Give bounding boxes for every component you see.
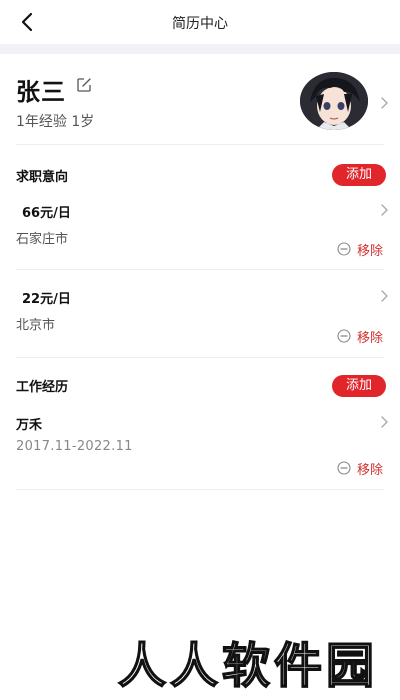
remove-label: 移除 [357, 243, 384, 259]
header-separator [0, 44, 400, 54]
divider [16, 269, 384, 270]
section-title-work-experience: 工作经历 [16, 380, 69, 395]
intent-city: 北京市 [16, 318, 56, 333]
edit-icon[interactable] [76, 77, 92, 93]
work-period: 2017.11-2022.11 [16, 439, 133, 454]
divider [16, 357, 384, 358]
minus-circle-icon [337, 461, 351, 475]
page-title: 简历中心 [172, 16, 228, 32]
remove-work-button[interactable]: 移除 [337, 459, 384, 478]
profile-meta: 1年经验 1岁 [16, 114, 95, 130]
remove-intent-button[interactable]: 移除 [337, 327, 384, 346]
intent-salary[interactable]: 66元/日 [22, 202, 71, 221]
header-bar: 简历中心 [0, 0, 400, 44]
intent-salary[interactable]: 22元/日 [22, 288, 71, 307]
chevron-right-icon[interactable] [378, 415, 390, 429]
divider [16, 144, 384, 145]
watermark: 人人软件园 [117, 637, 379, 695]
section-title-job-intent: 求职意向 [16, 170, 69, 185]
minus-circle-icon [337, 329, 351, 343]
intent-city: 石家庄市 [16, 232, 69, 247]
divider [16, 489, 384, 490]
minus-circle-icon [337, 242, 351, 256]
add-work-experience-button[interactable]: 添加 [332, 375, 386, 397]
chevron-right-icon[interactable] [378, 289, 390, 303]
profile-name: 张三 [16, 78, 66, 106]
remove-label: 移除 [357, 462, 384, 478]
chevron-right-icon[interactable] [378, 203, 390, 217]
add-job-intent-button[interactable]: 添加 [332, 164, 386, 186]
remove-label: 移除 [357, 330, 384, 346]
chevron-right-icon[interactable] [378, 96, 390, 110]
avatar[interactable] [300, 72, 368, 130]
remove-intent-button[interactable]: 移除 [337, 240, 384, 259]
work-company[interactable]: 万禾 [16, 414, 42, 433]
